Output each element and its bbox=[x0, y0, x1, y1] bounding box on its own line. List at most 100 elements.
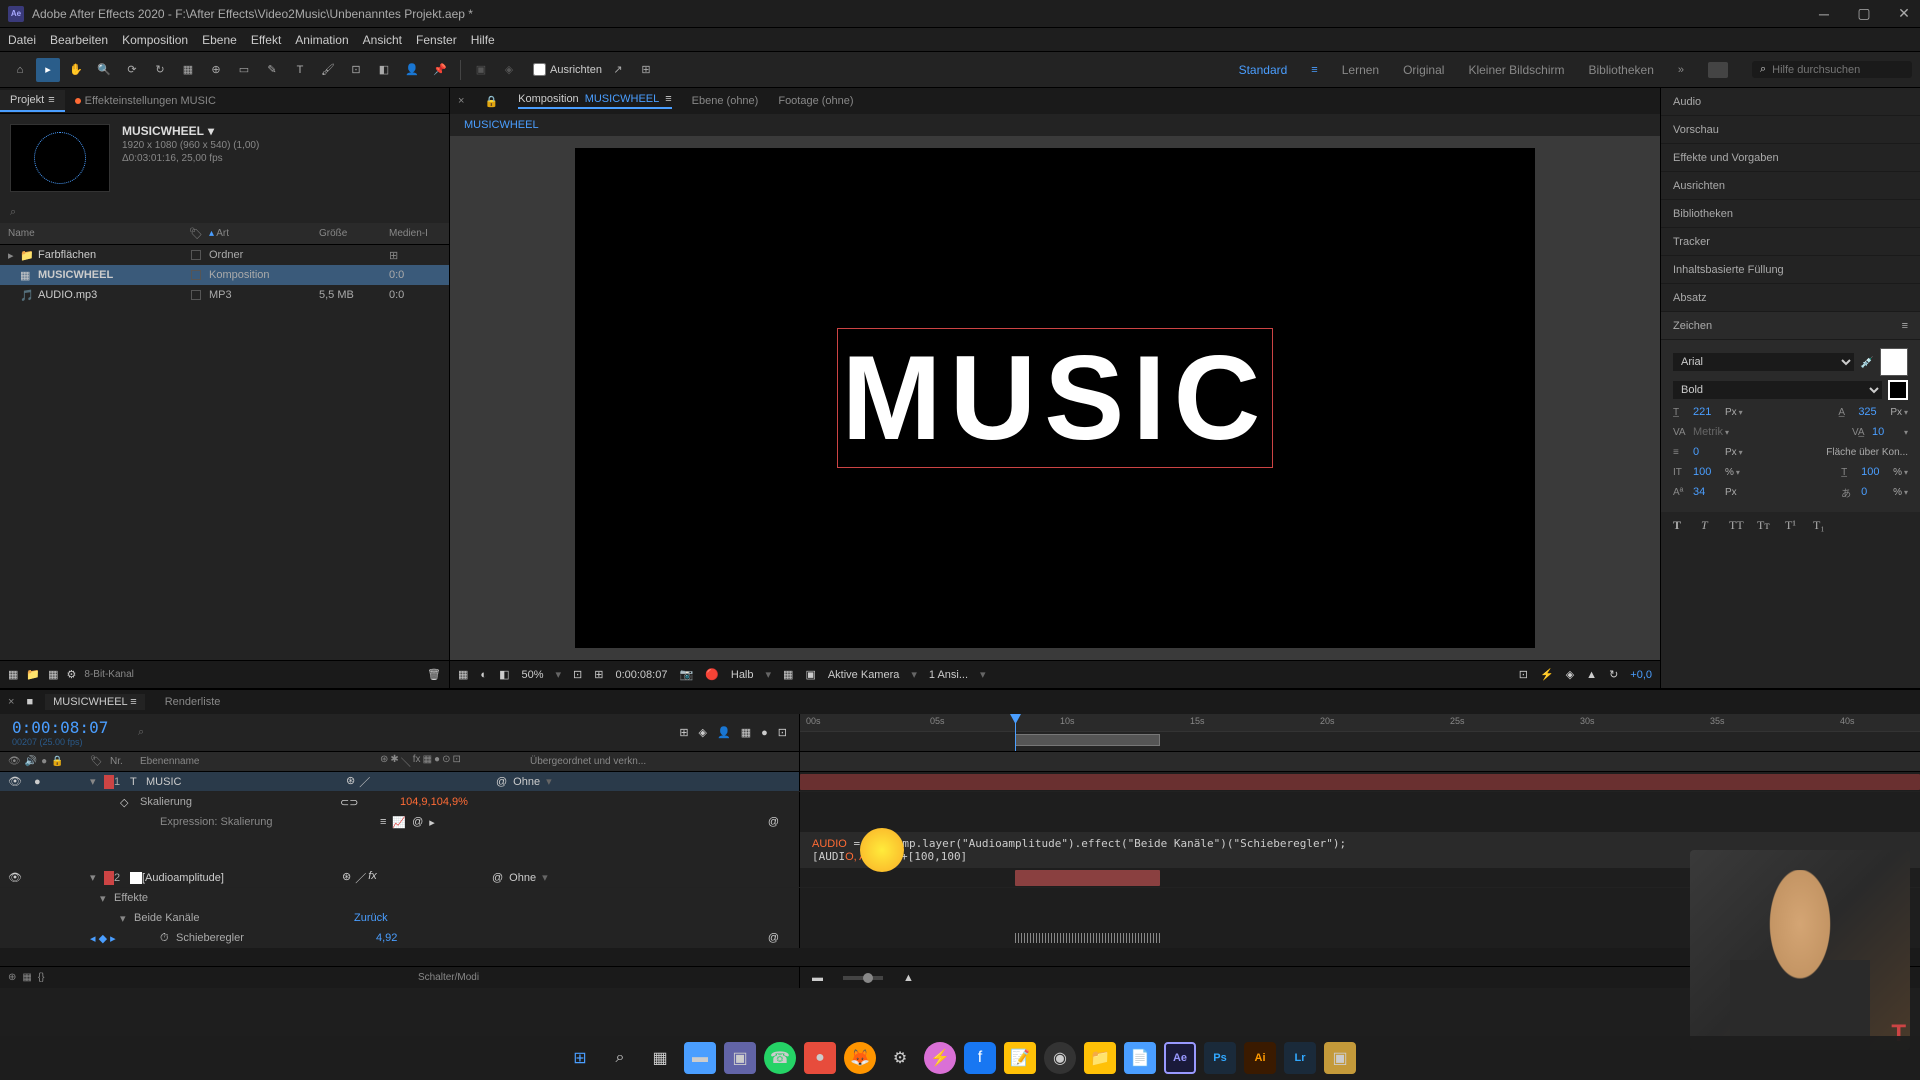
stroke-mode[interactable]: Fläche über Kon... bbox=[1826, 447, 1908, 458]
3d-icon[interactable]: ▣ bbox=[805, 668, 815, 681]
constrain-icon[interactable]: ⊂⊃ bbox=[340, 796, 400, 809]
taskbar-search[interactable]: ⌕ bbox=[604, 1042, 636, 1074]
superscript-button[interactable]: T¹ bbox=[1785, 518, 1805, 533]
label-col-icon[interactable]: 🏷 bbox=[90, 756, 110, 767]
tl-frame-blend-icon[interactable]: ▦ bbox=[741, 726, 751, 739]
timeline-ruler[interactable]: 00s 05s 10s 15s 20s 25s 30s 35s 40s bbox=[800, 714, 1920, 732]
timeline-tab-comp[interactable]: MUSICWHEEL ≡ bbox=[45, 694, 145, 710]
skalierung-value[interactable]: 104,9,104,9% bbox=[400, 796, 468, 808]
puppet-tool[interactable]: 📌 bbox=[428, 58, 452, 82]
help-search-input[interactable] bbox=[1772, 64, 1902, 76]
layer-1-bar[interactable] bbox=[800, 774, 1920, 790]
project-item-comp[interactable]: ▦ MUSICWHEEL Komposition 0:0 bbox=[0, 265, 449, 285]
workspace-lernen[interactable]: Lernen bbox=[1342, 63, 1379, 77]
col-art[interactable]: ▴ Art bbox=[209, 228, 319, 239]
viewer-tab-footage[interactable]: Footage (ohne) bbox=[778, 95, 853, 107]
grid-tool[interactable]: ⊞ bbox=[634, 58, 658, 82]
taskbar-ps[interactable]: Ps bbox=[1204, 1042, 1236, 1074]
menu-fenster[interactable]: Fenster bbox=[416, 33, 457, 47]
panel-effekte[interactable]: Effekte und Vorgaben bbox=[1661, 144, 1920, 172]
selection-tool[interactable]: ▸ bbox=[36, 58, 60, 82]
tl-lock-icon[interactable]: ■ bbox=[26, 696, 33, 708]
font-family-select[interactable]: Arial bbox=[1673, 353, 1854, 371]
col-media[interactable]: Medien-I bbox=[389, 228, 449, 239]
taskbar-lr[interactable]: Lr bbox=[1284, 1042, 1316, 1074]
taskbar-messenger[interactable]: ⚡ bbox=[924, 1042, 956, 1074]
timeline-timecode[interactable]: 0:00:08:07 bbox=[12, 718, 118, 737]
font-size-value[interactable]: 221 bbox=[1693, 406, 1723, 418]
tab-effekteinstellungen[interactable]: Effekteinstellungen MUSIC bbox=[65, 91, 226, 111]
taskbar-firefox[interactable]: 🦊 bbox=[844, 1042, 876, 1074]
viewer-tab-ebene[interactable]: Ebene (ohne) bbox=[692, 95, 759, 107]
taskbar-taskview[interactable]: ▦ bbox=[644, 1042, 676, 1074]
menu-komposition[interactable]: Komposition bbox=[122, 33, 188, 47]
taskbar-ai[interactable]: Ai bbox=[1244, 1042, 1276, 1074]
toggle-switches-icon[interactable]: ⊕ bbox=[8, 972, 16, 983]
audio-col-icon[interactable]: 🔊 bbox=[25, 756, 37, 767]
menu-bearbeiten[interactable]: Bearbeiten bbox=[50, 33, 108, 47]
leading-value[interactable]: 325 bbox=[1858, 406, 1888, 418]
parent-link-icon[interactable]: @ bbox=[496, 776, 507, 788]
snap-tool[interactable]: ↗ bbox=[606, 58, 630, 82]
zoom-out-icon[interactable]: ▬ bbox=[812, 972, 823, 984]
taskbar-app3[interactable]: ⚙ bbox=[884, 1042, 916, 1074]
menu-datei[interactable]: Datei bbox=[8, 33, 36, 47]
kerning-value[interactable]: Metrik bbox=[1693, 426, 1723, 438]
keyframe-nav[interactable]: ◂ ◆ ▸ bbox=[90, 932, 120, 945]
prop-link-icon[interactable]: @ bbox=[768, 932, 779, 944]
bold-button[interactable]: T bbox=[1673, 518, 1693, 533]
settings-icon[interactable]: ⚙ bbox=[67, 668, 77, 681]
alpha-icon[interactable]: ▦ bbox=[458, 668, 468, 681]
camera-tool[interactable]: ▦ bbox=[176, 58, 200, 82]
resolution-dropdown[interactable]: Halb bbox=[731, 669, 754, 681]
eraser-tool[interactable]: ◧ bbox=[372, 58, 396, 82]
taskbar-app2[interactable]: ● bbox=[804, 1042, 836, 1074]
panel-bibliotheken[interactable]: Bibliotheken bbox=[1661, 200, 1920, 228]
workspace-standard[interactable]: Standard bbox=[1239, 63, 1288, 77]
tl-shy-icon[interactable]: 👤 bbox=[717, 726, 731, 739]
menu-effekt[interactable]: Effekt bbox=[251, 33, 281, 47]
expr-link-icon[interactable]: @ bbox=[768, 816, 779, 828]
tl-motion-blur-icon[interactable]: ● bbox=[761, 727, 768, 739]
exposure[interactable]: +0,0 bbox=[1630, 669, 1652, 681]
viewer-tab-comp[interactable]: Komposition MUSICWHEEL ≡ bbox=[518, 93, 672, 109]
pen-tool[interactable]: ✎ bbox=[260, 58, 284, 82]
taskbar-notepad[interactable]: 📄 bbox=[1124, 1042, 1156, 1074]
panel-inhalt[interactable]: Inhaltsbasierte Füllung bbox=[1661, 256, 1920, 284]
subscript-button[interactable]: T₁ bbox=[1813, 518, 1833, 533]
smallcaps-button[interactable]: Tᴛ bbox=[1757, 518, 1777, 533]
switcher-mode[interactable]: Schalter/Modi bbox=[418, 972, 479, 983]
new-comp-icon[interactable]: ▦ bbox=[48, 668, 58, 681]
solo-col-icon[interactable]: ● bbox=[41, 756, 47, 767]
hand-tool[interactable]: ✋ bbox=[64, 58, 88, 82]
project-item-audio[interactable]: 🎵 AUDIO.mp3 MP3 5,5 MB 0:0 bbox=[0, 285, 449, 305]
snapshot-icon[interactable]: 📷 bbox=[679, 668, 693, 681]
menu-ansicht[interactable]: Ansicht bbox=[363, 33, 402, 47]
workspace-klein[interactable]: Kleiner Bildschirm bbox=[1468, 63, 1564, 77]
viewer-timecode[interactable]: 0:00:08:07 bbox=[615, 669, 667, 681]
shape-tool[interactable]: ▭ bbox=[232, 58, 256, 82]
align-checkbox[interactable] bbox=[533, 63, 546, 76]
taskbar-folder[interactable]: 📁 bbox=[1084, 1042, 1116, 1074]
tl-comp-icon[interactable]: ◈ bbox=[699, 726, 707, 739]
keyframe-nav-icon[interactable]: ◇ bbox=[120, 796, 140, 809]
home-tool[interactable]: ⌂ bbox=[8, 58, 32, 82]
project-item-folder[interactable]: ▸ 📁 Farbflächen Ordner ⊞ bbox=[0, 245, 449, 265]
res-icon[interactable]: ⊡ bbox=[573, 668, 582, 681]
layer-2[interactable]: 👁 ▾ 2 [Audioamplitude] ⊛／fx @ Ohne ▾ bbox=[0, 868, 800, 887]
help-search[interactable]: ⌕ bbox=[1752, 61, 1912, 78]
taskbar-app1[interactable]: ▬ bbox=[684, 1042, 716, 1074]
brackets-icon[interactable]: {} bbox=[38, 972, 45, 983]
taskbar-whatsapp[interactable]: ☎ bbox=[764, 1042, 796, 1074]
taskbar-teams[interactable]: ▣ bbox=[724, 1042, 756, 1074]
stopwatch-icon[interactable]: ⏱ bbox=[160, 932, 176, 945]
lock-icon[interactable]: 🔒 bbox=[484, 95, 498, 108]
composition-canvas[interactable]: MUSIC bbox=[575, 148, 1535, 648]
hscale-value[interactable]: 100 bbox=[1861, 466, 1891, 478]
taskbar-facebook[interactable]: f bbox=[964, 1042, 996, 1074]
mask-tool[interactable]: ▣ bbox=[469, 58, 493, 82]
panel-vorschau[interactable]: Vorschau bbox=[1661, 116, 1920, 144]
brush-tool[interactable]: 🖌 bbox=[316, 58, 340, 82]
allcaps-button[interactable]: TT bbox=[1729, 518, 1749, 533]
interpret-icon[interactable]: ▦ bbox=[8, 668, 18, 681]
